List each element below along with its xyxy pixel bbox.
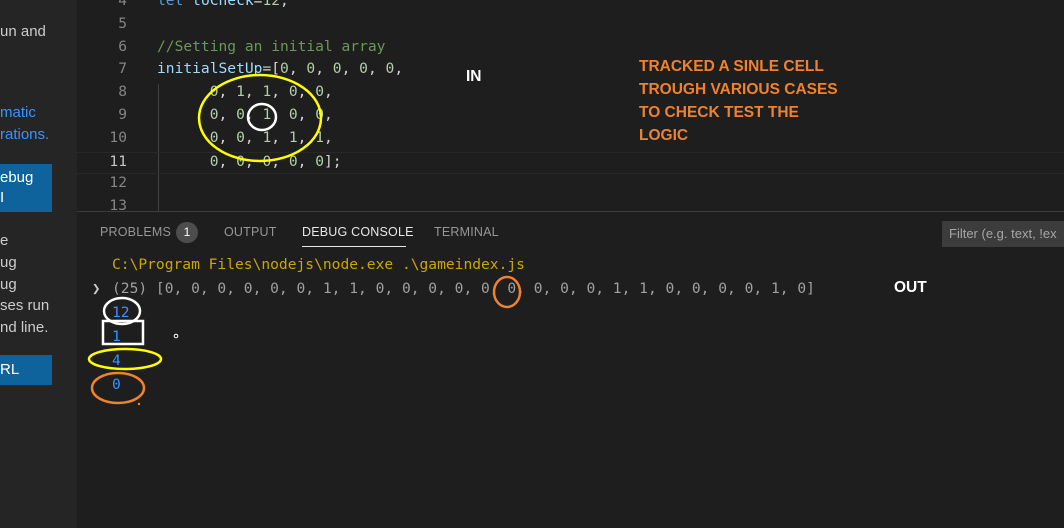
annotation-note: TRACKED A SINLE CELL TROUGH VARIOUS CASE… <box>639 58 838 144</box>
line-number: 10 <box>109 128 127 146</box>
url-button-label: RL <box>0 361 20 378</box>
code-text: initialSetUp=[0, 0, 0, 0, 0, <box>157 60 404 78</box>
debug-button-label: ebug <box>0 169 34 186</box>
annotation-in-label: IN <box>466 68 482 85</box>
code-line[interactable]: 13 <box>77 197 1064 211</box>
bottom-panel: PROBLEMS 1 OUTPUT DEBUG CONSOLE TERMINAL… <box>77 211 1064 528</box>
code-line[interactable]: 11 0, 0, 0, 0, 0]; <box>77 151 1064 174</box>
sidebar-link[interactable]: matic <box>0 104 36 121</box>
line-number: 5 <box>118 14 127 32</box>
code-text: 0, 0, 0, 0, 0]; <box>209 152 342 170</box>
debug-button[interactable]: ebug I <box>0 164 52 212</box>
sidebar-text: ug <box>0 254 17 271</box>
console-value: 4 <box>112 352 121 369</box>
code-text: 0, 0, 1, 0, 0, <box>209 106 333 123</box>
line-number: 7 <box>118 60 127 78</box>
console-array-output[interactable]: (25) [0, 0, 0, 0, 0, 0, 1, 1, 0, 0, 0, 0… <box>112 280 815 297</box>
code-text: 0, 0, 1, 1, 1, <box>209 128 333 146</box>
code-line[interactable]: 5 <box>77 15 1064 37</box>
code-line[interactable]: 8 0, 1, 1, 0, 0, <box>77 83 1064 105</box>
code-line[interactable]: 12 <box>77 174 1064 196</box>
code-text: 0, 1, 1, 0, 0, <box>209 83 333 101</box>
code-text: let toCheck=12; <box>157 0 289 9</box>
console-command-line: C:\Program Files\nodejs\node.exe .\gamei… <box>112 256 525 273</box>
sidebar-text: ses run <box>0 297 50 314</box>
code-line[interactable]: 10 0, 0, 1, 1, 1, <box>77 129 1064 151</box>
sidebar-text: nd line. <box>0 319 49 336</box>
line-number: 9 <box>118 106 127 123</box>
line-number: 11 <box>109 152 127 170</box>
code-line[interactable]: 4 let toCheck=12; <box>77 0 1064 14</box>
code-editor[interactable]: 4 let toCheck=12; 5 6 //Setting an initial a… <box>77 0 1064 211</box>
sidebar-panel: un and matic rations. ebug I e ug ug ses… <box>0 0 77 528</box>
code-line[interactable]: 7 initialSetUp=[0, 0, 0, 0, 0, <box>77 60 1064 82</box>
sidebar-link[interactable]: rations. <box>0 126 49 143</box>
vscode-window: un and matic rations. ebug I e ug ug ses… <box>0 0 1064 528</box>
line-number: 13 <box>109 197 127 211</box>
debug-button-label-2: I <box>0 189 5 206</box>
debug-console-output: C:\Program Files\nodejs\node.exe .\gamei… <box>77 212 1064 528</box>
code-text: //Setting an initial array <box>157 37 386 55</box>
sidebar-text: e <box>0 232 9 249</box>
sidebar-text: ug <box>0 276 17 293</box>
line-number: 4 <box>118 0 127 9</box>
sidebar-text: un and <box>0 23 46 40</box>
chevron-right-icon[interactable]: ❯ <box>92 281 100 297</box>
line-number: 12 <box>109 174 127 192</box>
console-value: 0 <box>112 376 121 393</box>
annotation-out-label: OUT <box>894 279 927 296</box>
code-line[interactable]: 9 0, 0, 1, 0, 0, <box>77 106 1064 128</box>
code-line[interactable]: 6 //Setting an initial array <box>77 38 1064 60</box>
console-value: 12 <box>112 304 130 321</box>
line-number: 6 <box>118 37 127 55</box>
url-button[interactable]: RL <box>0 355 52 385</box>
console-value: 1 <box>112 328 121 345</box>
line-number: 8 <box>118 83 127 101</box>
